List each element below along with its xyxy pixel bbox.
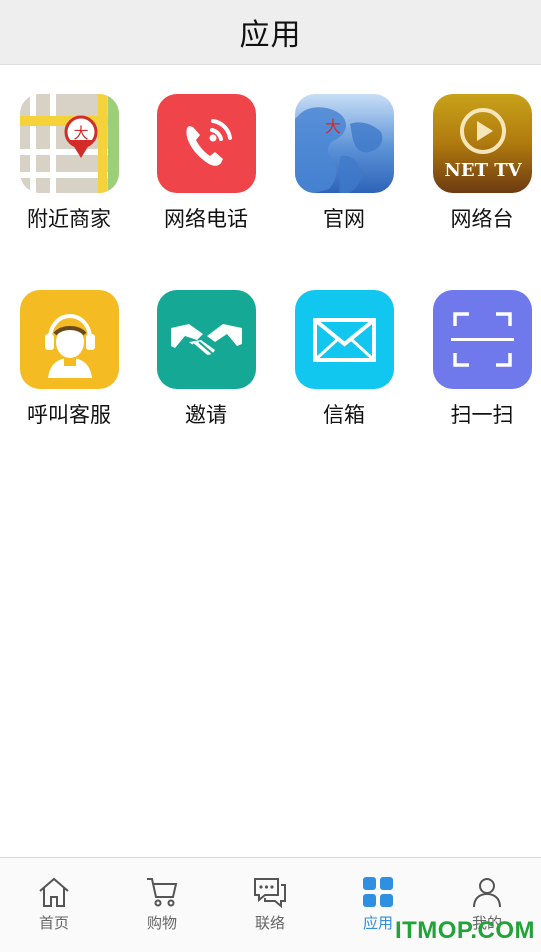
app-label: 呼叫客服 xyxy=(27,403,111,427)
app-label: 网络电话 xyxy=(164,207,248,231)
apps-grid-icon xyxy=(363,877,393,907)
app-header: 应用 xyxy=(0,0,541,65)
svg-text:大: 大 xyxy=(73,124,88,142)
app-official-site[interactable]: 大 官网 xyxy=(275,94,413,233)
app-invite[interactable]: 邀请 xyxy=(137,290,275,429)
net-tv-icon: NET TV xyxy=(432,94,532,193)
tab-label: 购物 xyxy=(146,914,177,932)
app-voip-call[interactable]: 网络电话 xyxy=(137,94,275,233)
scan-icon xyxy=(432,290,532,389)
app-nearby-merchants[interactable]: 大 附近商家 xyxy=(0,94,138,233)
envelope-icon xyxy=(294,290,394,389)
app-customer-service[interactable]: 呼叫客服 xyxy=(0,290,138,429)
tab-home[interactable]: 首页 xyxy=(0,858,108,952)
app-net-tv[interactable]: NET TV 网络台 xyxy=(413,94,541,233)
tab-contact[interactable]: 联络 xyxy=(216,858,324,952)
page-title: 应用 xyxy=(239,18,302,53)
tab-label: 联络 xyxy=(254,914,285,932)
map-pin-icon: 大 xyxy=(19,94,119,193)
app-mailbox[interactable]: 信箱 xyxy=(275,290,413,429)
app-label: 扫一扫 xyxy=(450,403,514,427)
cart-icon xyxy=(147,878,178,907)
headset-agent-icon xyxy=(19,290,119,389)
svg-text:大: 大 xyxy=(324,117,340,136)
app-label: 官网 xyxy=(323,207,365,231)
tab-label: 首页 xyxy=(38,914,69,932)
chat-icon xyxy=(254,878,286,908)
app-label: 网络台 xyxy=(450,207,514,231)
watermark: ITMOP.COM xyxy=(394,917,535,944)
tab-shopping[interactable]: 购物 xyxy=(108,858,216,952)
globe-icon: 大 xyxy=(294,94,394,193)
app-label: 信箱 xyxy=(323,403,365,427)
phone-call-icon xyxy=(156,94,256,193)
net-tv-badge-text: NET TV xyxy=(444,160,522,181)
user-icon xyxy=(473,878,501,908)
handshake-icon xyxy=(156,290,256,389)
app-scan[interactable]: 扫一扫 xyxy=(413,290,541,429)
app-label: 附近商家 xyxy=(27,207,111,231)
app-label: 邀请 xyxy=(185,403,227,427)
home-icon xyxy=(39,877,69,907)
